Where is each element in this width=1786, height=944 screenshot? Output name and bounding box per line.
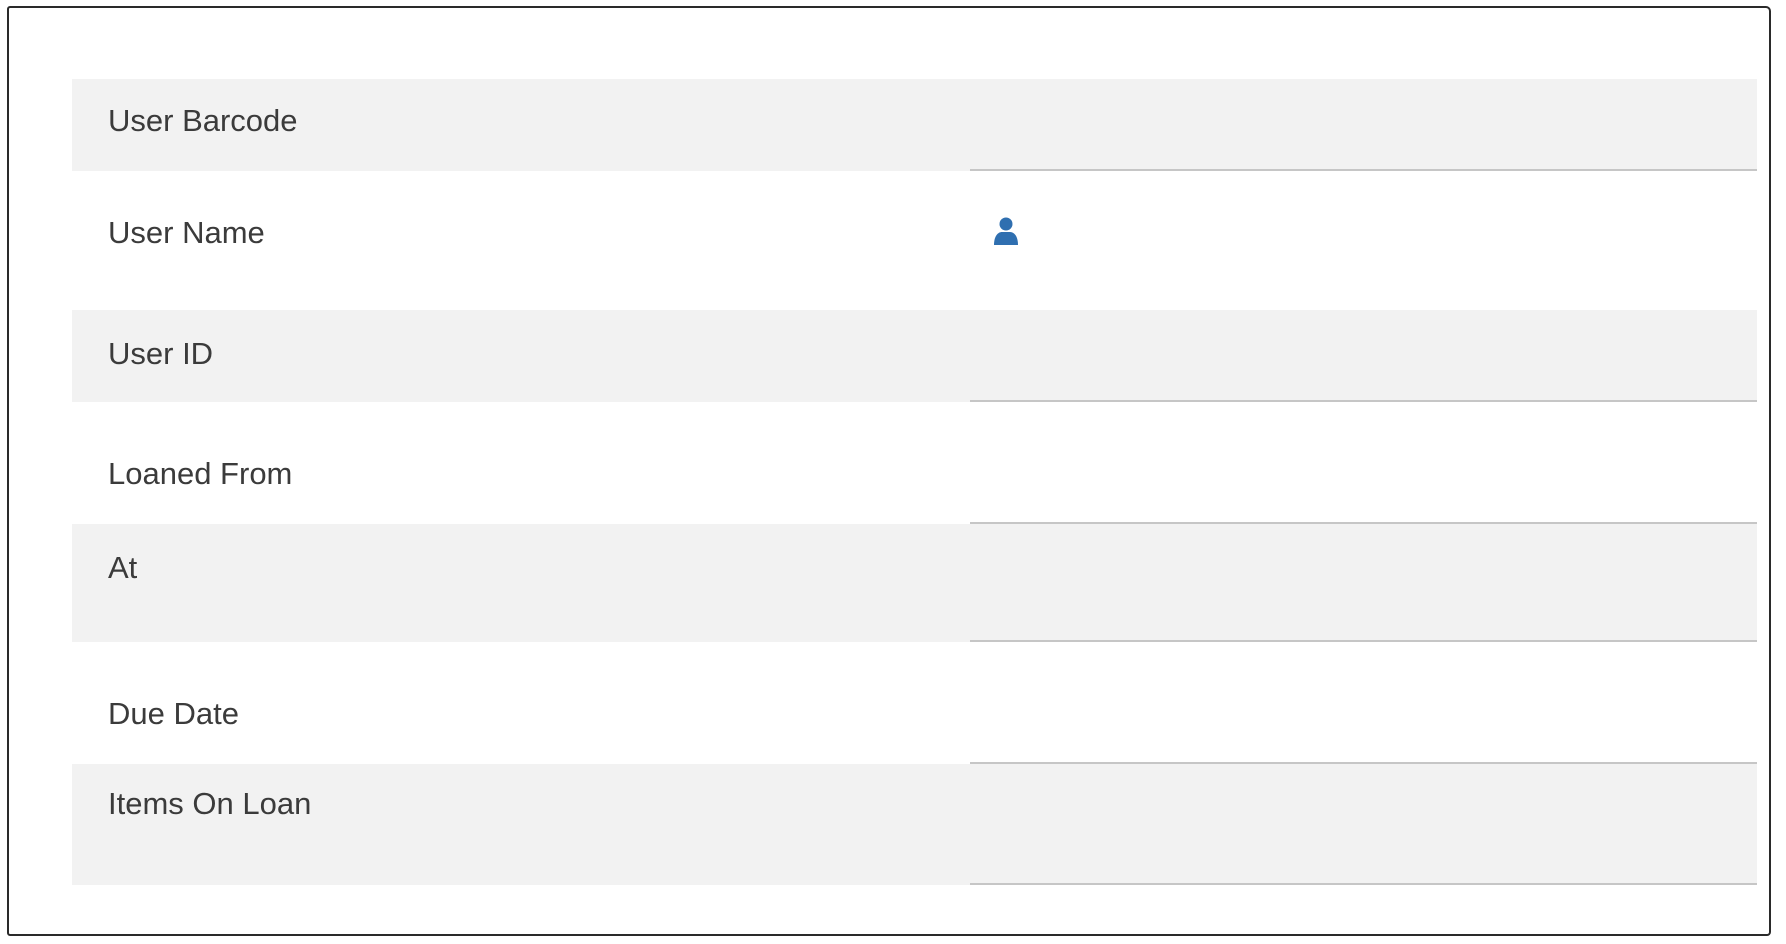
row-at: At	[72, 524, 1757, 642]
row-items-on-loan: Items On Loan	[72, 764, 1757, 885]
user-barcode-label: User Barcode	[108, 103, 298, 138]
user-id-field[interactable]	[970, 310, 1757, 402]
items-on-loan-field[interactable]	[970, 764, 1757, 885]
user-name-label: User Name	[108, 215, 265, 250]
user-id-label: User ID	[108, 336, 214, 371]
due-date-field[interactable]	[970, 642, 1757, 764]
row-user-barcode: User Barcode	[72, 79, 1757, 171]
user-loan-details-form: User Barcode User Name User ID Loaned Fr…	[72, 79, 1757, 885]
loaned-from-label: Loaned From	[108, 456, 293, 491]
user-icon[interactable]	[993, 216, 1019, 246]
row-user-name: User Name	[72, 171, 1757, 310]
row-loaned-from: Loaned From	[72, 402, 1757, 524]
row-user-id: User ID	[72, 310, 1757, 402]
items-on-loan-label: Items On Loan	[108, 786, 312, 821]
loaned-from-field[interactable]	[970, 402, 1757, 524]
panel-frame: User Barcode User Name User ID Loaned Fr…	[7, 6, 1771, 936]
row-due-date: Due Date	[72, 642, 1757, 764]
due-date-label: Due Date	[108, 696, 239, 731]
user-name-field[interactable]	[970, 171, 1757, 310]
user-barcode-field[interactable]	[970, 79, 1757, 171]
at-field[interactable]	[970, 524, 1757, 642]
at-label: At	[108, 550, 138, 585]
